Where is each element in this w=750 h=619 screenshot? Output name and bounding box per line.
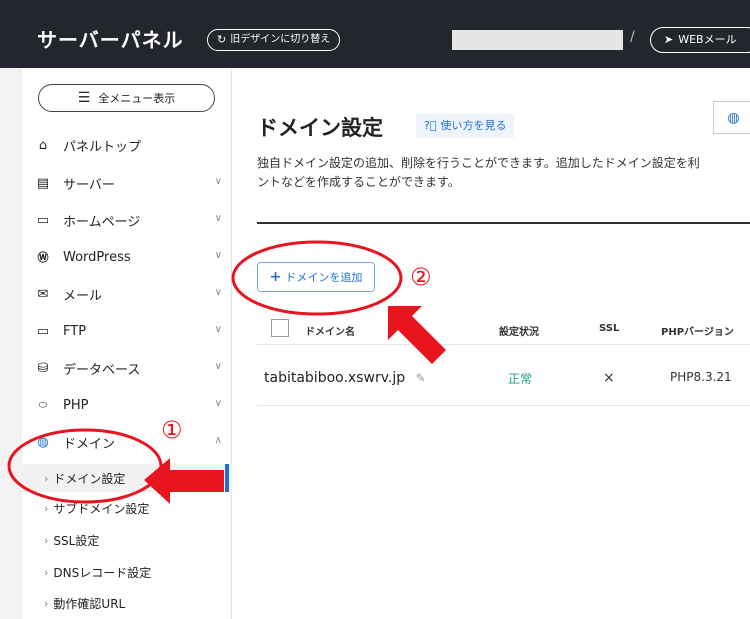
sidebar-item-homepage[interactable]: ▭ ホームページ ∨ bbox=[22, 205, 232, 235]
chevron-right-icon: › bbox=[44, 501, 49, 515]
sidebar: ☰ 全メニュー表示 ⌂ パネルトップ ▤ サーバー ∨ ▭ ホームページ ∨ Ⓦ… bbox=[22, 68, 232, 619]
howto-link[interactable]: ?⃝ 使い方を見る bbox=[416, 114, 515, 138]
column-header-status: 設定状況 bbox=[499, 327, 539, 338]
sidebar-item-ftp[interactable]: ▭ FTP ∨ bbox=[22, 316, 232, 346]
chevron-down-icon: ∨ bbox=[214, 176, 222, 187]
globe-icon-button[interactable]: ◍ bbox=[713, 101, 750, 134]
domain-name-cell: tabitabiboo.xswrv.jp ✎ bbox=[264, 370, 426, 386]
main-content: ドメイン設定 ?⃝ 使い方を見る ◍ 独自ドメイン設定の追加、削除を行うことがで… bbox=[233, 68, 750, 619]
chevron-right-icon: › bbox=[44, 533, 49, 547]
sidebar-item-database[interactable]: ⛁ データベース ∨ bbox=[22, 353, 232, 383]
sidebar-item-label: ホームページ bbox=[63, 214, 141, 230]
old-design-toggle-button[interactable]: ↻ 旧デザインに切り替え bbox=[207, 29, 341, 51]
active-indicator bbox=[225, 464, 229, 492]
all-menu-button[interactable]: ☰ 全メニュー表示 bbox=[38, 84, 215, 112]
sidebar-subitem-dns-record-settings[interactable]: › DNSレコード設定 bbox=[22, 558, 232, 586]
add-domain-button[interactable]: + ドメインを追加 bbox=[257, 262, 375, 292]
brand-title: サーバーパネル bbox=[37, 28, 184, 52]
masked-account-field bbox=[452, 30, 623, 50]
sidebar-item-label: WordPress bbox=[63, 249, 131, 265]
chevron-right-icon: › bbox=[44, 596, 49, 610]
howto-label: 使い方を見る bbox=[440, 119, 507, 132]
add-domain-label: ドメインを追加 bbox=[285, 271, 363, 284]
sidebar-subitem-label: 動作確認URL bbox=[53, 596, 126, 611]
column-header-domain: ドメイン名 bbox=[305, 327, 355, 338]
paper-plane-icon: ➤ bbox=[664, 33, 674, 46]
top-bar: サーバーパネル ↻ 旧デザインに切り替え / ➤ WEBメール bbox=[0, 0, 750, 68]
chevron-down-icon: ∨ bbox=[214, 250, 222, 261]
sidebar-subitem-ssl-settings[interactable]: › SSL設定 bbox=[22, 526, 232, 554]
ssl-cell: × bbox=[603, 370, 615, 386]
table-row-divider bbox=[257, 405, 750, 406]
column-header-php: PHPバージョン bbox=[661, 327, 734, 338]
chevron-down-icon: ∨ bbox=[214, 287, 222, 298]
sidebar-item-mail[interactable]: ✉ メール ∨ bbox=[22, 279, 232, 309]
webmail-button[interactable]: ➤ WEBメール bbox=[650, 27, 750, 53]
all-menu-label: 全メニュー表示 bbox=[98, 92, 176, 105]
globe-icon: ◍ bbox=[727, 109, 740, 126]
status-cell: 正常 bbox=[508, 372, 533, 386]
sidebar-item-label: ドメイン bbox=[63, 436, 116, 452]
description-line-1: 独自ドメイン設定の追加、削除を行うことができます。追加したドメイン設定を利 bbox=[257, 156, 700, 170]
sidebar-item-label: データベース bbox=[63, 362, 141, 378]
sidebar-item-php[interactable]: ⬭ PHP ∨ bbox=[22, 390, 232, 420]
webmail-label: WEBメール bbox=[678, 33, 737, 46]
hamburger-icon: ☰ bbox=[77, 90, 91, 106]
sidebar-item-label: メール bbox=[63, 288, 103, 304]
wordpress-icon: Ⓦ bbox=[37, 251, 49, 264]
section-divider bbox=[257, 222, 750, 224]
table-header-divider bbox=[257, 344, 750, 345]
php-version-cell: PHP8.3.21 bbox=[670, 370, 732, 384]
sidebar-subitem-label: SSL設定 bbox=[53, 533, 100, 548]
chevron-down-icon: ∨ bbox=[214, 361, 222, 372]
chevron-down-icon: ∨ bbox=[214, 398, 222, 409]
monitor-icon: ▭ bbox=[36, 323, 50, 339]
refresh-icon: ↻ bbox=[217, 33, 227, 46]
sidebar-item-server[interactable]: ▤ サーバー ∨ bbox=[22, 168, 232, 198]
window-icon: ▭ bbox=[36, 212, 50, 228]
sidebar-item-label: サーバー bbox=[63, 177, 115, 193]
chevron-up-icon: ∧ bbox=[214, 435, 222, 446]
sidebar-item-wordpress[interactable]: Ⓦ WordPress ∨ bbox=[22, 242, 232, 272]
description-line-2: ントなどを作成することができます。 bbox=[257, 175, 460, 189]
sidebar-subitem-label: DNSレコード設定 bbox=[53, 565, 152, 580]
sidebar-subitem-check-url[interactable]: › 動作確認URL bbox=[22, 589, 232, 617]
left-edge-strip bbox=[0, 68, 22, 619]
question-icon: ?⃝ bbox=[424, 119, 437, 132]
plus-icon: + bbox=[269, 269, 282, 285]
chevron-down-icon: ∨ bbox=[214, 324, 222, 335]
sidebar-item-label: PHP bbox=[63, 397, 89, 413]
chevron-right-icon: › bbox=[44, 471, 49, 485]
sidebar-item-label: パネルトップ bbox=[63, 139, 142, 155]
sidebar-item-panel-top[interactable]: ⌂ パネルトップ bbox=[22, 130, 232, 160]
column-header-ssl: SSL bbox=[599, 323, 620, 334]
sidebar-subitem-subdomain-settings[interactable]: › サブドメイン設定 bbox=[22, 494, 232, 522]
page-title: ドメイン設定 bbox=[257, 116, 383, 140]
chevron-down-icon: ∨ bbox=[214, 213, 222, 224]
domain-name-text: tabitabiboo.xswrv.jp bbox=[264, 370, 406, 386]
pencil-icon[interactable]: ✎ bbox=[416, 371, 426, 385]
sidebar-subitem-label: ドメイン設定 bbox=[53, 471, 126, 486]
select-all-checkbox[interactable] bbox=[271, 319, 289, 337]
globe-icon: ◍ bbox=[37, 434, 49, 450]
server-icon: ▤ bbox=[36, 175, 50, 191]
chevron-right-icon: › bbox=[44, 565, 49, 579]
sidebar-item-domain[interactable]: ◍ ドメイン ∧ bbox=[22, 427, 232, 457]
database-icon: ⛁ bbox=[37, 360, 49, 376]
mail-icon: ✉ bbox=[37, 286, 49, 302]
sidebar-subitem-domain-settings[interactable]: › ドメイン設定 bbox=[22, 464, 232, 492]
sidebar-subitem-label: サブドメイン設定 bbox=[53, 501, 150, 516]
sidebar-item-label: FTP bbox=[63, 323, 87, 339]
php-icon: ⬭ bbox=[38, 399, 48, 411]
header-separator: / bbox=[630, 29, 635, 45]
old-design-label: 旧デザインに切り替え bbox=[230, 34, 331, 45]
home-icon: ⌂ bbox=[38, 137, 48, 153]
